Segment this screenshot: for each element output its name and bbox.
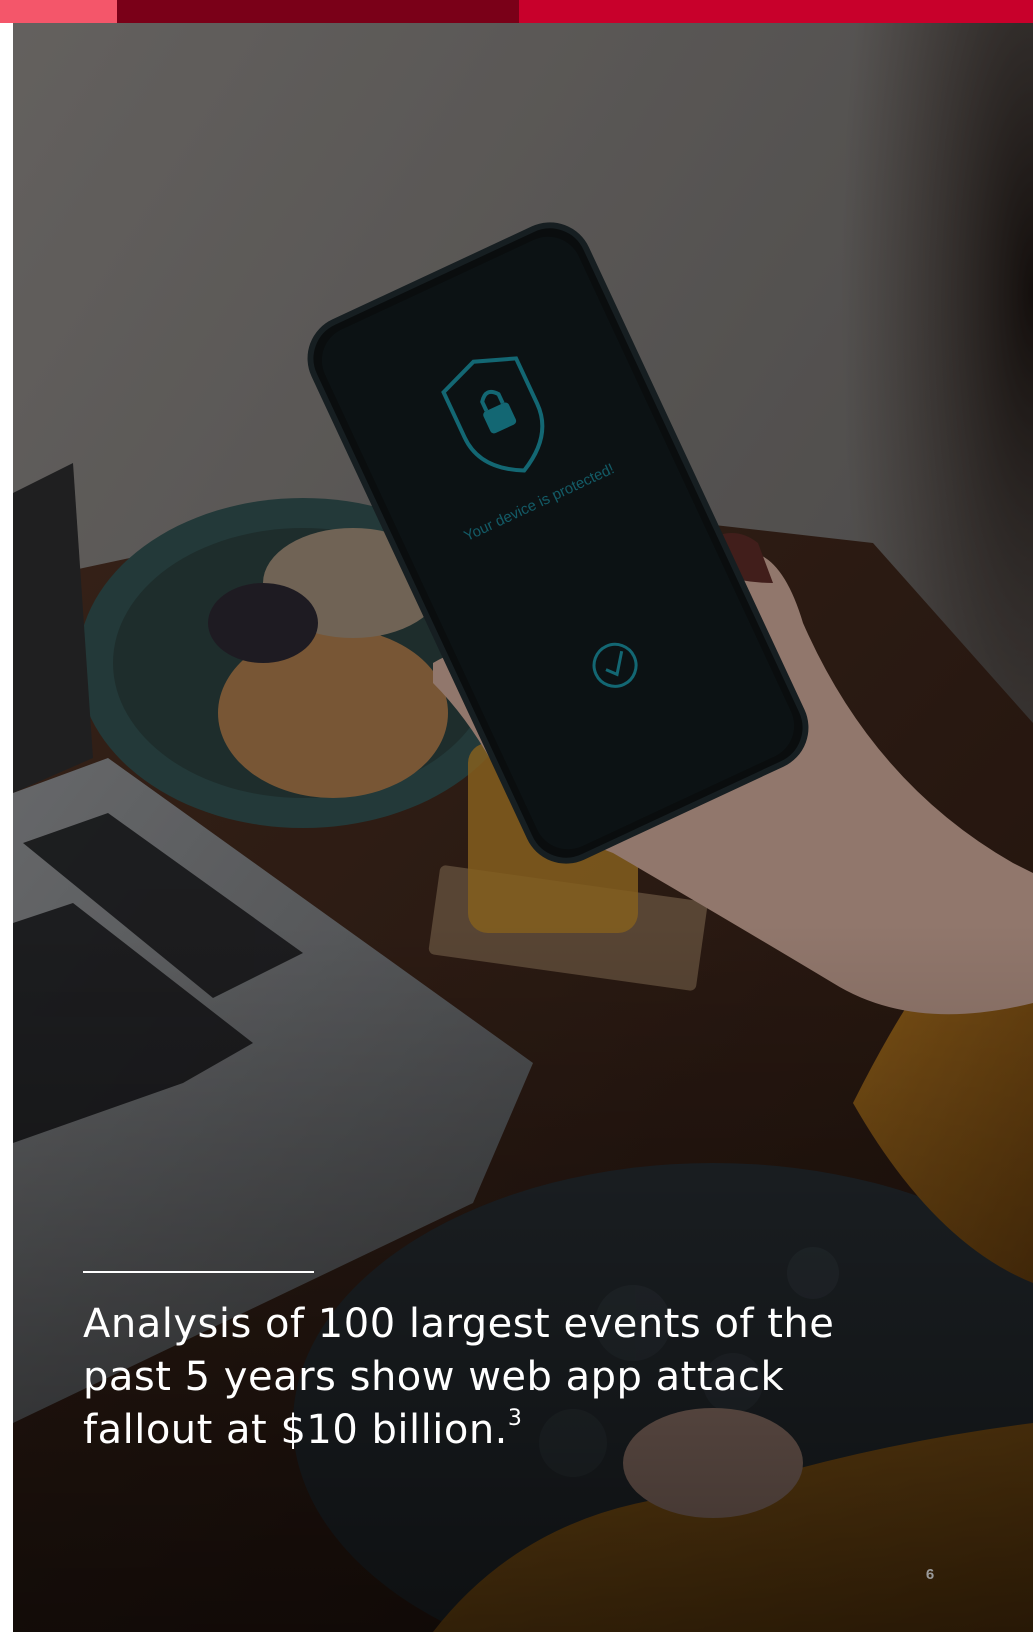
- top-bar-segment-red: [519, 0, 1033, 23]
- top-bar-segment-pink: [0, 0, 117, 23]
- footnote-marker: 3: [507, 1406, 523, 1431]
- headline-line-3: fallout at $10 billion.3: [83, 1404, 943, 1457]
- headline-line-2: past 5 years show web app attack: [83, 1354, 785, 1400]
- headline: Analysis of 100 largest events of the pa…: [83, 1298, 943, 1457]
- headline-divider: [83, 1271, 314, 1273]
- top-bar-segment-maroon: [117, 0, 519, 23]
- top-color-bar: [0, 0, 1033, 23]
- headline-line-1: Analysis of 100 largest events of the: [83, 1301, 835, 1347]
- page-number: 6: [925, 1566, 935, 1583]
- headline-line-3-text: fallout at $10 billion.: [83, 1407, 508, 1453]
